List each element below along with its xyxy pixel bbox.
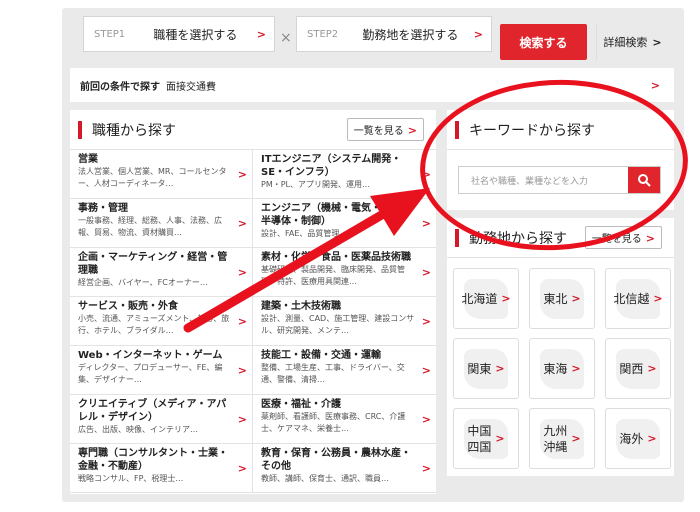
annotation-arrow [183, 188, 430, 333]
